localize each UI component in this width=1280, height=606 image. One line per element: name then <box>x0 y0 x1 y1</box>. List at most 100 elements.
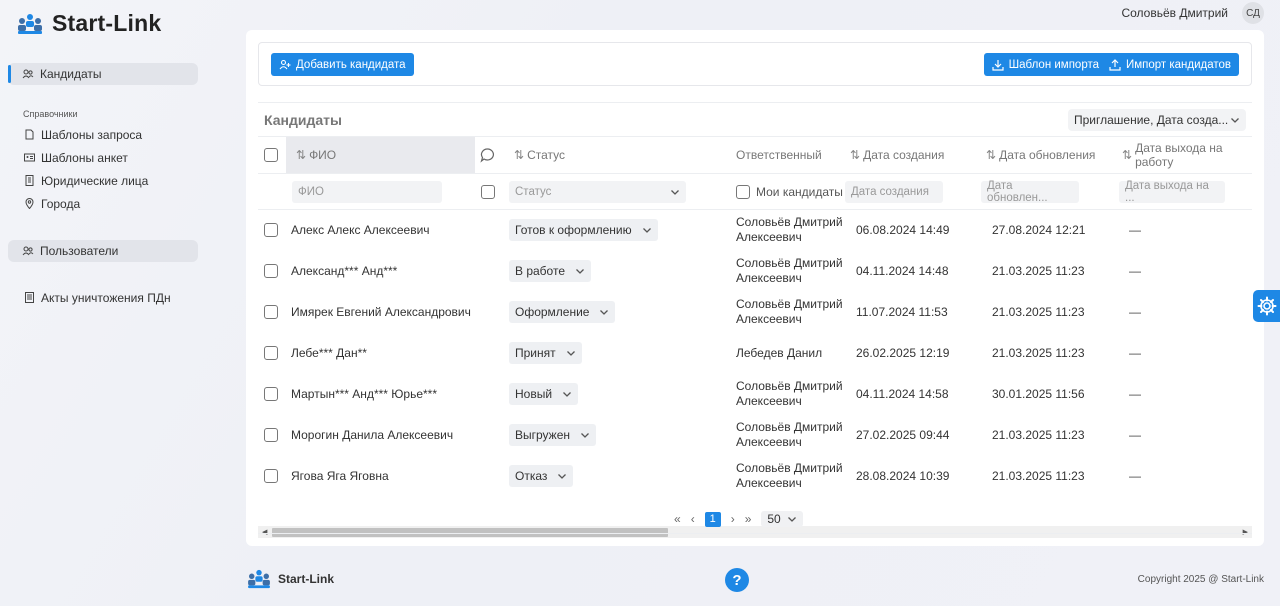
responsible-cell: Соловьёв Дмитрий Алексеевич <box>736 374 843 414</box>
user-name: Соловьёв Дмитрий <box>1121 6 1228 20</box>
row-checkbox[interactable] <box>264 428 278 442</box>
status-select[interactable]: Новый <box>509 383 579 405</box>
responsible-line-2: Алексеевич <box>736 476 802 490</box>
prev-page-button[interactable]: ‹ <box>691 512 695 526</box>
sidebar-item-users[interactable]: Пользователи <box>8 240 198 262</box>
id-card-icon <box>24 153 35 162</box>
candidate-name[interactable]: Морогин Данила Алексеевич <box>291 415 453 455</box>
row-checkbox[interactable] <box>264 387 278 401</box>
first-page-button[interactable]: « <box>674 512 681 526</box>
select-all-checkbox[interactable] <box>264 148 278 162</box>
sort-icon: ⇅ <box>1122 148 1133 162</box>
exit-date: — <box>1129 346 1141 360</box>
candidate-name[interactable]: Ягова Яга Яговна <box>291 456 389 496</box>
chevron-down-icon <box>671 189 679 195</box>
sort-select[interactable]: Приглашение, Дата созда... <box>1068 108 1246 131</box>
table-filter-row: ФИО Статус Мои кандидаты Дата создания Д… <box>258 174 1252 210</box>
import-candidates-label: Импорт кандидатов <box>1125 58 1231 71</box>
column-header-label: Дата обновления <box>999 148 1096 162</box>
last-page-button[interactable]: » <box>745 512 752 526</box>
current-page[interactable]: 1 <box>704 511 721 527</box>
fio-filter-input[interactable]: ФИО <box>292 180 442 203</box>
sidebar-item-request-templates[interactable]: Шаблоны запроса <box>8 123 198 146</box>
chevron-down-icon <box>558 474 567 479</box>
sidebar-item-label: Пользователи <box>40 244 119 258</box>
sidebar-item-legal-entities[interactable]: Юридические лица <box>8 169 198 192</box>
table-row[interactable]: Лебе*** Дан** Принят Лебедев Данил 26.02.20… <box>258 333 1252 374</box>
row-checkbox[interactable] <box>264 305 278 319</box>
exit-date: — <box>1129 387 1141 401</box>
updated-filter-input[interactable]: Дата обновлен... <box>981 180 1079 204</box>
gear-icon <box>1257 296 1276 316</box>
help-button[interactable]: ? <box>725 568 749 592</box>
table-row[interactable]: Ягова Яга Яговна Отказ Соловьёв Дмитрий Але… <box>258 456 1252 497</box>
download-icon <box>991 59 1004 71</box>
sidebar-item-cities[interactable]: Города <box>8 192 198 215</box>
import-template-button[interactable]: Шаблон импорта <box>983 53 1107 76</box>
per-page-select[interactable]: 50 <box>761 511 803 527</box>
building-icon <box>25 175 34 186</box>
row-checkbox[interactable] <box>264 264 278 278</box>
status-filter-select[interactable]: Статус <box>509 180 686 203</box>
candidate-name[interactable]: Александ*** Анд*** <box>291 251 397 291</box>
updated-date: 27.08.2024 12:21 <box>992 223 1086 237</box>
status-select[interactable]: Готов к оформлению <box>509 219 658 241</box>
candidate-name[interactable]: Алекс Алекс Алексеевич <box>291 210 430 250</box>
avatar[interactable]: СД <box>1242 2 1264 24</box>
sidebar-item-candidates[interactable]: Кандидаты <box>8 63 198 85</box>
candidate-name[interactable]: Мартын*** Анд*** Юрье*** <box>291 374 437 414</box>
my-candidates-filter[interactable]: Мои кандидаты <box>736 174 843 209</box>
status-select[interactable]: Оформление <box>509 301 616 323</box>
table-row[interactable]: Мартын*** Анд*** Юрье*** Новый Соловьёв Дм… <box>258 374 1252 415</box>
row-checkbox[interactable] <box>264 469 278 483</box>
created-date: 27.02.2025 09:44 <box>856 428 950 442</box>
created-filter-input[interactable]: Дата создания <box>845 180 943 203</box>
column-header-created[interactable]: ⇅ Дата создания <box>850 137 944 173</box>
status-select[interactable]: В работе <box>509 260 592 282</box>
candidate-name[interactable]: Лебе*** Дан** <box>291 333 367 373</box>
settings-tab[interactable] <box>1253 290 1280 322</box>
table-row[interactable]: Морогин Данила Алексеевич Выгружен Соловьё… <box>258 415 1252 456</box>
created-date: 04.11.2024 14:48 <box>856 264 949 278</box>
status-value: Принят <box>515 346 556 360</box>
row-checkbox[interactable] <box>264 346 278 360</box>
scroll-left-icon[interactable]: ◀ <box>262 528 267 536</box>
add-candidate-button[interactable]: Добавить кандидата <box>271 53 414 76</box>
table-title: Кандидаты <box>264 111 342 128</box>
comment-filter-checkbox[interactable] <box>481 184 495 199</box>
sidebar-item-form-templates[interactable]: Шаблоны анкет <box>8 146 198 169</box>
chevron-down-icon <box>642 228 651 233</box>
updated-date: 30.01.2025 11:56 <box>992 387 1085 401</box>
scroll-right-icon[interactable]: ▶ <box>1243 528 1248 536</box>
footer-brand: Start-Link <box>278 572 335 586</box>
import-candidates-button[interactable]: Импорт кандидатов <box>1100 53 1239 76</box>
row-checkbox[interactable] <box>264 223 278 237</box>
user-menu[interactable]: Соловьёв Дмитрий СД <box>1121 2 1264 24</box>
comment-icon[interactable] <box>480 137 496 173</box>
responsible-line-2: Алексеевич <box>736 312 802 326</box>
app-title: Start-Link <box>52 10 162 36</box>
updated-date: 21.03.2025 11:23 <box>992 264 1085 278</box>
next-page-button[interactable]: › <box>731 512 735 526</box>
sidebar-item-acts[interactable]: Акты уничтожения ПДн <box>8 286 198 309</box>
table-row[interactable]: Алекс Алекс Алексеевич Готов к оформлению… <box>258 210 1252 251</box>
status-select[interactable]: Отказ <box>509 465 574 487</box>
my-candidates-checkbox[interactable] <box>736 184 750 199</box>
column-header-exit[interactable]: ⇅ Дата выхода на работу <box>1122 137 1252 173</box>
updated-date: 21.03.2025 11:23 <box>992 428 1085 442</box>
column-header-label: ФИО <box>309 148 337 162</box>
status-select[interactable]: Принят <box>509 342 582 364</box>
exit-filter-input[interactable]: Дата выхода на ... <box>1119 180 1225 204</box>
section-label: Справочники <box>23 109 78 119</box>
candidate-name[interactable]: Имярек Евгений Александрович <box>291 292 471 332</box>
app-logo[interactable]: Start-Link <box>16 10 161 37</box>
column-header-fio[interactable]: ⇅ ФИО <box>296 137 336 173</box>
column-header-updated[interactable]: ⇅ Дата обновления <box>986 137 1095 173</box>
status-select[interactable]: Выгружен <box>509 424 597 446</box>
column-header-status[interactable]: ⇅ Статус <box>514 137 565 173</box>
exit-date: — <box>1129 469 1141 483</box>
horizontal-scrollbar[interactable]: ◀ ▶ <box>258 526 1252 538</box>
logo-icon <box>248 569 270 589</box>
table-row[interactable]: Имярек Евгений Александрович Оформление Со… <box>258 292 1252 333</box>
table-row[interactable]: Александ*** Анд*** В работе Соловьёв Дмитр… <box>258 251 1252 292</box>
